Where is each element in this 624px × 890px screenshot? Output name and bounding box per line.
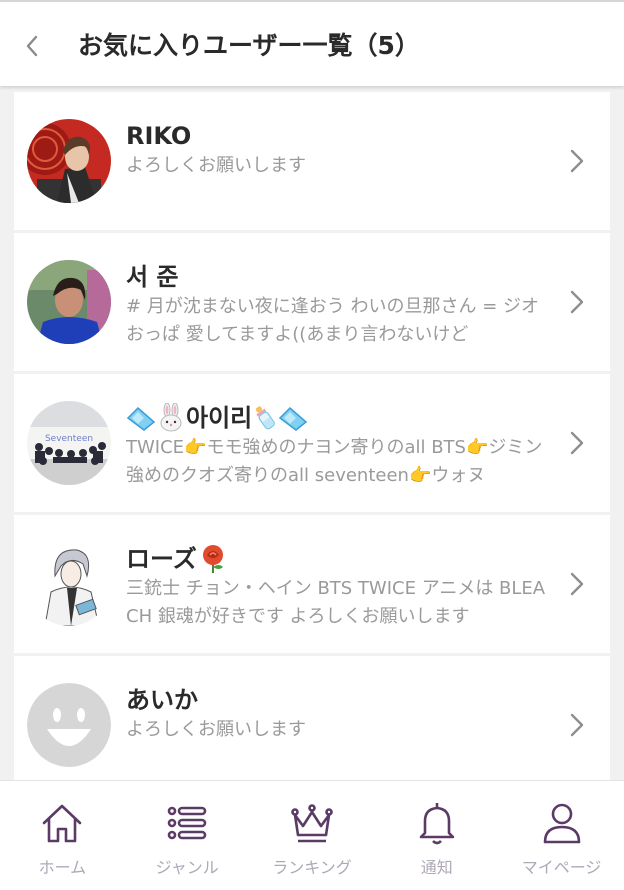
home-icon: [43, 804, 82, 843]
user-list-item[interactable]: 서 준 # 月が沈まない夜に逢おう わいの旦那さん = ジオおっぱ 愛してますよ…: [14, 233, 610, 371]
chevron-left-icon: [26, 35, 38, 57]
user-bio: よろしくお願いします: [126, 719, 306, 740]
chevron-right-icon: [570, 713, 584, 737]
default-avatar: [27, 683, 111, 767]
user-avatar: Seventeen: [27, 401, 111, 485]
tab-label: ランキング: [272, 858, 352, 877]
bottom-tab-bar: ホーム ジャンル ランキング 通知 マイページ: [0, 780, 624, 890]
user-bio: # 月が沈まない夜に逢おう わいの旦那さん = ジオおっぱ 愛してますよ((あま…: [126, 296, 540, 345]
user-name: 서 준: [126, 263, 179, 291]
favorite-user-list: RIKO よろしくお願いします 서 준 # 月が沈まない夜に逢おう わいの旦那さ…: [14, 92, 610, 797]
tab-mypage[interactable]: マイページ: [499, 781, 624, 890]
tab-label: マイページ: [521, 858, 602, 877]
chevron-right-icon: [570, 431, 584, 455]
user-name: RIKO: [126, 122, 192, 150]
rabbit-icon: [160, 403, 182, 432]
user-bio: よろしくお願いします: [126, 155, 306, 176]
user-avatar: [27, 119, 111, 203]
user-avatar: [27, 542, 111, 626]
crown-icon: [291, 804, 333, 843]
rose-icon: [202, 545, 223, 573]
tab-home[interactable]: ホーム: [0, 781, 125, 890]
person-icon: [543, 803, 580, 844]
chevron-right-icon: [570, 572, 584, 596]
user-bio: 三銃士 チョン・ヘイン BTS TWICE アニメは BLEACH 銀魂が好きで…: [126, 578, 546, 627]
list-icon: [167, 806, 207, 840]
tab-label: ホーム: [38, 858, 87, 877]
user-name: ローズ: [126, 543, 229, 575]
tab-genre[interactable]: ジャンル: [125, 781, 250, 890]
user-list-item[interactable]: あいか よろしくお願いします: [14, 656, 610, 794]
user-list-item[interactable]: RIKO よろしくお願いします: [14, 92, 610, 230]
tab-label: 通知: [420, 858, 453, 877]
gem-icon: [279, 406, 308, 431]
user-name: 아이리: [126, 402, 308, 434]
tab-notifications[interactable]: 通知: [374, 781, 499, 890]
app-header: お気に入りユーザー一覧（5）: [0, 0, 624, 86]
user-list-item[interactable]: Seventeen 아이리 TWICE👉モモ強めのナヨン寄りのall BTS👉ジ…: [14, 374, 610, 512]
baby-bottle-icon: [256, 406, 276, 430]
gem-icon: [126, 406, 156, 431]
user-avatar: [27, 260, 111, 344]
user-bio: TWICE👉モモ強めのナヨン寄りのall BTS👉ジミン強めのクオズ寄りのall…: [126, 437, 543, 486]
user-list-item[interactable]: ローズ 三銃士 チョン・ヘイン BTS TWICE アニメは BLEACH 銀魂…: [14, 515, 610, 653]
back-button[interactable]: [14, 26, 50, 66]
page-title: お気に入りユーザー一覧（5）: [78, 31, 420, 60]
user-name-text: ローズ: [126, 545, 197, 573]
svg-text:Seventeen: Seventeen: [45, 434, 93, 444]
tab-label: ジャンル: [155, 858, 219, 877]
chevron-right-icon: [570, 290, 584, 314]
user-name-text: 아이리: [186, 404, 253, 432]
tab-ranking[interactable]: ランキング: [250, 781, 375, 890]
chevron-right-icon: [570, 149, 584, 173]
user-name: あいか: [126, 686, 198, 714]
bell-icon: [419, 803, 455, 845]
